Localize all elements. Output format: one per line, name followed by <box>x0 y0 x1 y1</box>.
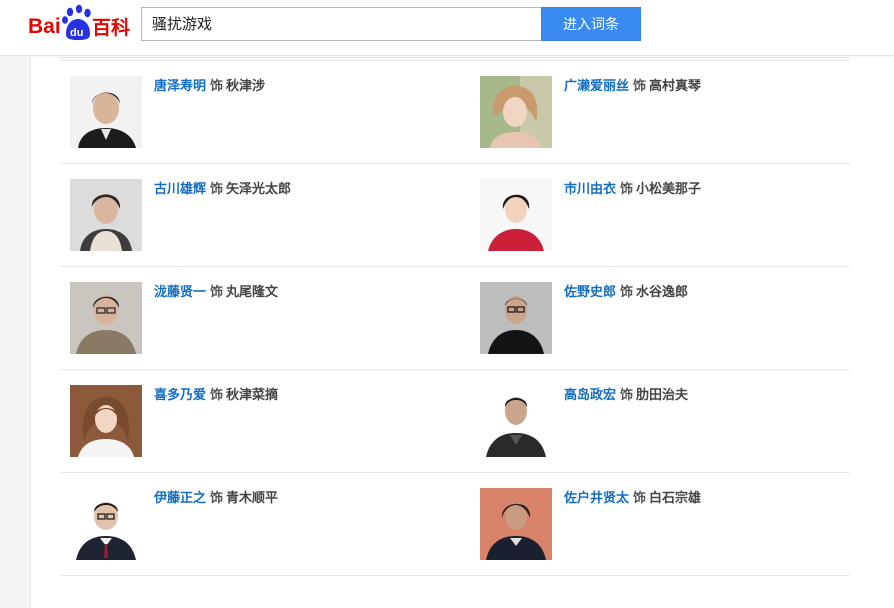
actor-name-link[interactable]: 佐野史郎 <box>564 285 616 300</box>
actor-photo[interactable] <box>70 76 142 148</box>
actor-name-link[interactable]: 佐户井贤太 <box>564 491 629 506</box>
cast-entry-text: 高岛政宏饰肋田治夫 <box>564 387 688 405</box>
role-separator: 饰 <box>210 491 224 506</box>
actor-name-link[interactable]: 古川雄辉 <box>154 182 206 197</box>
baidu-baike-logo[interactable]: Bai du 百科 <box>28 4 132 42</box>
actor-name-link[interactable]: 市川由衣 <box>564 182 616 197</box>
role-name: 小松美那子 <box>636 182 702 197</box>
cast-row: 古川雄辉饰矢泽光太郎 市川由衣饰小松美那子 <box>60 164 850 267</box>
role-separator: 饰 <box>210 388 224 403</box>
actor-photo[interactable] <box>70 282 142 354</box>
cast-row: 喜多乃爱饰秋津菜摘 高岛政宏饰肋田治夫 <box>60 370 850 473</box>
search-input[interactable]: 骚扰游戏 <box>141 7 542 41</box>
role-name: 秋津涉 <box>226 79 266 94</box>
actor-photo[interactable] <box>480 385 552 457</box>
role-name: 秋津菜摘 <box>226 388 279 403</box>
cast-entry-text: 古川雄辉饰矢泽光太郎 <box>154 181 291 199</box>
actor-name-link[interactable]: 泷藤贤一 <box>154 285 206 300</box>
actor-name-link[interactable]: 广濑爱丽丝 <box>564 79 629 94</box>
role-name: 水谷逸郎 <box>636 285 689 300</box>
svg-text:Bai: Bai <box>28 15 61 38</box>
actor-photo[interactable] <box>480 488 552 560</box>
role-separator: 饰 <box>210 285 224 300</box>
role-separator: 饰 <box>210 79 224 94</box>
role-separator: 饰 <box>210 182 224 197</box>
role-name: 丸尾隆文 <box>226 285 279 300</box>
cast-row: 唐泽寿明饰秋津涉 广濑爱丽丝饰高村真琴 <box>60 61 850 164</box>
role-name: 矢泽光太郎 <box>226 182 292 197</box>
cast-entry-text: 佐野史郎饰水谷逸郎 <box>564 284 688 302</box>
actor-name-link[interactable]: 喜多乃爱 <box>154 388 206 403</box>
role-name: 肋田治夫 <box>636 388 689 403</box>
cast-row: 泷藤贤一饰丸尾隆文 佐野史郎饰水谷逸郎 <box>60 267 850 370</box>
cast-entry-text: 喜多乃爱饰秋津菜摘 <box>154 387 278 405</box>
actor-photo[interactable] <box>70 179 142 251</box>
cast-entry-text: 唐泽寿明饰秋津涉 <box>154 78 265 96</box>
role-separator: 饰 <box>620 182 634 197</box>
role-name: 白石宗雄 <box>649 491 702 506</box>
actor-photo[interactable] <box>480 76 552 148</box>
cast-entry-text: 伊藤正之饰青木顺平 <box>154 490 278 508</box>
actor-photo[interactable] <box>480 179 552 251</box>
actor-photo[interactable] <box>480 282 552 354</box>
cast-list: 唐泽寿明饰秋津涉 广濑爱丽丝饰高村真琴 古川雄辉 饰 矢泽光太郎 市川由衣 饰 … <box>60 57 850 576</box>
actor-name-link[interactable]: 高岛政宏 <box>564 388 616 403</box>
role-separator: 饰 <box>633 79 647 94</box>
top-header: Bai du 百科 骚扰游戏 进入词条 <box>0 0 894 56</box>
role-name: 高村真琴 <box>649 79 702 94</box>
cast-row: 伊藤正之饰青木顺平 佐户井贤太饰白石宗雄 <box>60 473 850 576</box>
role-separator: 饰 <box>633 491 647 506</box>
role-separator: 饰 <box>620 285 634 300</box>
cast-entry-text: 泷藤贤一饰丸尾隆文 <box>154 284 278 302</box>
actor-photo[interactable] <box>70 488 142 560</box>
cast-entry-text: 广濑爱丽丝饰高村真琴 <box>564 78 701 96</box>
cast-entry-text: 市川由衣饰小松美那子 <box>564 181 701 199</box>
cast-entry-text: 佐户井贤太饰白石宗雄 <box>564 490 701 508</box>
actor-name-link[interactable]: 唐泽寿明 <box>154 79 206 94</box>
svg-text:百科: 百科 <box>92 16 130 39</box>
left-sidebar-gutter <box>0 57 31 608</box>
actor-name-link[interactable]: 伊藤正之 <box>154 491 206 506</box>
enter-entry-button[interactable]: 进入词条 <box>541 7 641 41</box>
role-name: 青木顺平 <box>226 491 279 506</box>
actor-photo[interactable] <box>70 385 142 457</box>
svg-text:du: du <box>70 27 83 39</box>
role-separator: 饰 <box>620 388 634 403</box>
